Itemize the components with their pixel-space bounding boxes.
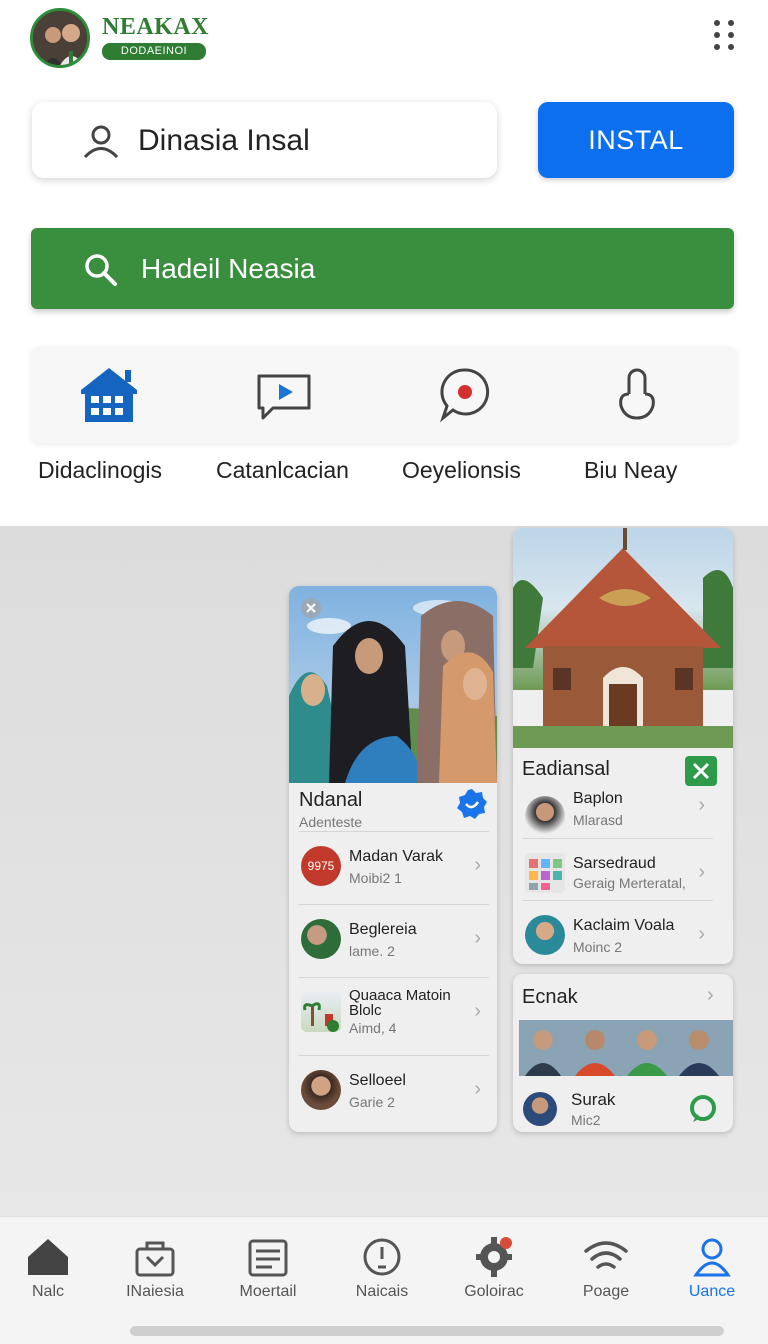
category-label[interactable]: Catanlcacian xyxy=(216,457,349,484)
clock-icon xyxy=(363,1238,401,1276)
avatar xyxy=(301,919,341,959)
item-subtitle: lame. 2 xyxy=(349,943,395,959)
nav-item-settings[interactable]: Goloirac xyxy=(444,1237,544,1301)
list-item[interactable]: Beglereia lame. 2 › xyxy=(299,904,489,976)
people-card[interactable]: Ecnak › Surak Mic2 xyxy=(513,974,733,1132)
chevron-right-icon: › xyxy=(698,794,705,816)
item-subtitle: Moinc 2 xyxy=(573,939,623,955)
card-title: Eadiansal xyxy=(522,758,610,780)
list-icon xyxy=(248,1239,288,1277)
item-title: Beglereia xyxy=(349,921,417,938)
nav-item-list[interactable]: Moertail xyxy=(218,1237,318,1301)
item-title: Surak xyxy=(571,1090,616,1109)
nav-label: Uance xyxy=(688,1283,736,1300)
nav-label: Goloirac xyxy=(464,1283,524,1300)
house-photo xyxy=(513,528,733,748)
app-header: NEAKAX DODAEINOI xyxy=(0,0,768,80)
category-label[interactable]: Didaclinogis xyxy=(38,457,162,484)
card-title: Ecnak xyxy=(522,986,578,1008)
nav-label: Poage xyxy=(582,1283,630,1300)
palm-icon xyxy=(301,992,341,1032)
gear-icon xyxy=(476,1237,512,1277)
category-panel xyxy=(31,346,737,443)
item-title: Kaclaim Voala xyxy=(573,917,675,934)
install-button[interactable]: INSTAL xyxy=(538,102,734,178)
chevron-right-icon: › xyxy=(698,861,705,883)
chevron-right-icon: › xyxy=(474,854,481,876)
badge-number: 9975 xyxy=(301,846,341,886)
search-bar[interactable]: Hadeil Neasia xyxy=(31,228,734,309)
content-area: Ndanal Adenteste 9975 Madan Varak Moibi2… xyxy=(0,526,768,1216)
item-subtitle: Garie 2 xyxy=(349,1094,395,1110)
list-item[interactable]: Quaaca Matoin Blolc Aimd, 4 › xyxy=(299,977,489,1055)
bag-icon xyxy=(135,1241,175,1277)
account-field[interactable]: Dinasia Insal xyxy=(32,102,497,178)
item-subtitle: Mlarasd xyxy=(573,812,623,828)
item-subtitle: Mic2 xyxy=(571,1112,601,1128)
home-indicator[interactable] xyxy=(130,1326,724,1336)
nav-item-profile[interactable]: Uance xyxy=(662,1237,762,1301)
search-icon xyxy=(83,252,119,293)
list-item[interactable]: Selloeel Garie 2 › xyxy=(299,1055,489,1127)
nav-item-wifi[interactable]: Poage xyxy=(556,1237,656,1301)
group-photo xyxy=(289,586,497,783)
chat-record-icon[interactable] xyxy=(433,364,497,424)
avatar xyxy=(525,915,565,955)
avatar xyxy=(523,1092,557,1126)
nav-label: Moertail xyxy=(239,1283,297,1300)
wifi-icon xyxy=(584,1241,628,1269)
item-title: Madan Varak xyxy=(349,848,443,865)
person-icon xyxy=(693,1238,731,1277)
place-card[interactable]: Eadiansal Baplon Mlarasd › Sarsedraud Ge… xyxy=(513,528,733,964)
bottom-nav: Nalc INaiesia Moertail Naicais Goloirac … xyxy=(0,1216,768,1344)
hand-icon[interactable] xyxy=(605,364,669,424)
home-icon xyxy=(28,1239,68,1275)
category-label[interactable]: Oeyelionsis xyxy=(402,457,521,484)
chat-bubble-icon[interactable] xyxy=(687,1094,719,1131)
group-card[interactable]: Ndanal Adenteste 9975 Madan Varak Moibi2… xyxy=(289,586,497,1132)
list-item[interactable]: Kaclaim Voala Moinc 2 › xyxy=(523,900,713,964)
chevron-right-icon: › xyxy=(474,1000,481,1022)
item-title: Quaaca Matoin Blolc xyxy=(349,987,451,1019)
account-value: Dinasia Insal xyxy=(138,124,310,157)
nav-item-clock[interactable]: Naicais xyxy=(332,1237,432,1301)
chevron-right-icon: › xyxy=(474,1078,481,1100)
user-icon xyxy=(82,124,120,163)
avatar xyxy=(301,1070,341,1110)
item-title: Selloeel xyxy=(349,1072,406,1089)
nav-label: Nalc xyxy=(31,1283,64,1300)
chevron-right-icon: › xyxy=(474,927,481,949)
brand-name: NEAKAX xyxy=(102,14,210,40)
logo-avatar xyxy=(30,8,90,68)
grid-app-icon xyxy=(525,853,565,893)
verified-badge-icon xyxy=(455,787,489,826)
card-title: Ndanal xyxy=(299,789,363,811)
avatar xyxy=(525,796,565,836)
nav-label: Naicais xyxy=(355,1283,409,1300)
item-subtitle: Geraig Merteratal, xyxy=(573,875,686,891)
item-title: Sarsedraud xyxy=(573,855,656,872)
brand-subtitle: DODAEINOI xyxy=(102,43,206,60)
video-chat-icon[interactable] xyxy=(253,364,317,424)
card-subtitle: Adenteste xyxy=(299,814,363,830)
home-grid-icon[interactable] xyxy=(77,364,141,424)
list-item[interactable]: 9975 Madan Varak Moibi2 1 › xyxy=(299,831,489,903)
item-subtitle: Moibi2 1 xyxy=(349,870,402,886)
nav-item-shop[interactable]: INaiesia xyxy=(105,1237,205,1301)
search-placeholder: Hadeil Neasia xyxy=(141,253,316,284)
category-label[interactable]: Biu Neay xyxy=(584,457,677,484)
chevron-right-icon[interactable]: › xyxy=(707,984,714,1007)
people-strip xyxy=(519,1020,733,1076)
chevron-right-icon: › xyxy=(698,923,705,945)
more-menu-icon[interactable] xyxy=(710,18,738,52)
item-subtitle: Aimd, 4 xyxy=(349,1020,397,1036)
item-title: Baplon xyxy=(573,790,623,807)
nav-item-home[interactable]: Nalc xyxy=(0,1237,98,1301)
nav-label: INaiesia xyxy=(126,1283,184,1300)
